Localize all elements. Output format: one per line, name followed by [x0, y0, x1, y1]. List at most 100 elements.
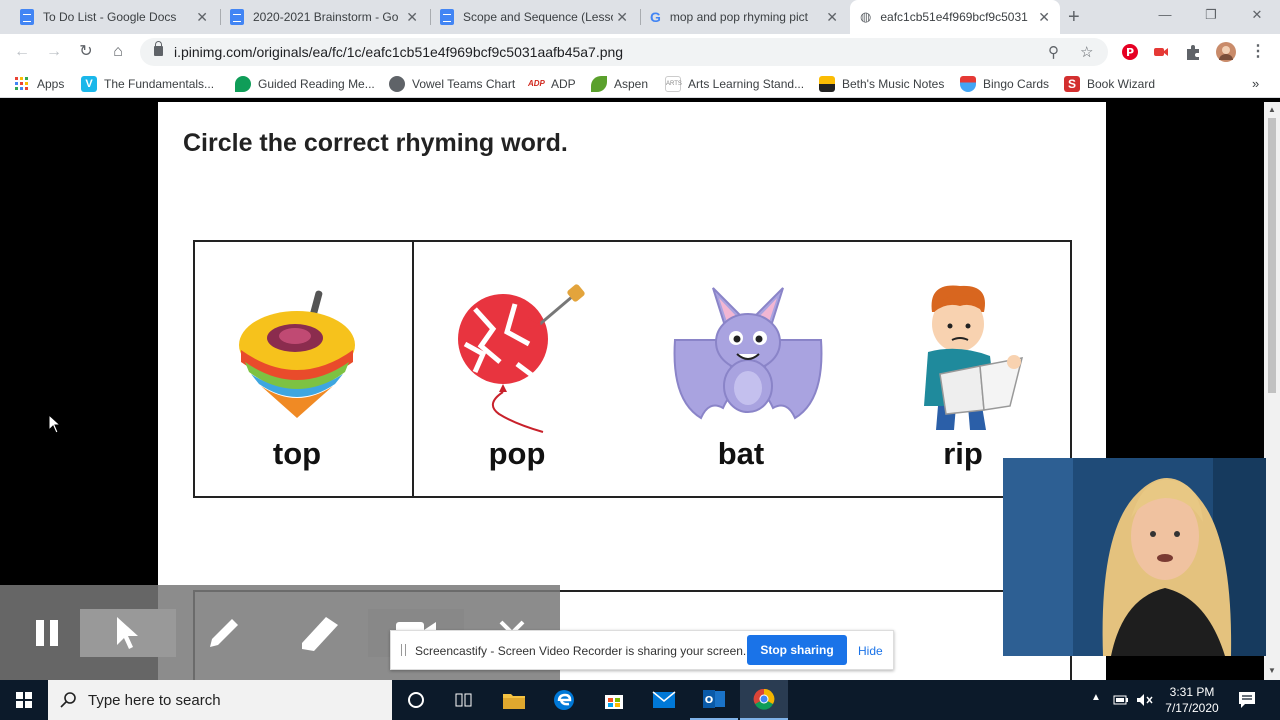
rhyme-row: top pop bat rip	[193, 240, 1072, 498]
tab-title: mop and pop rhyming pict	[669, 10, 808, 24]
tab-google-search[interactable]: G mop and pop rhyming pict ✕	[642, 0, 848, 34]
clock-date: 7/17/2020	[1165, 701, 1219, 715]
word-bat: bat	[717, 436, 765, 471]
address-bar[interactable]: i.pinimg.com/originals/ea/fc/1c/eafc1cb5…	[140, 38, 1108, 66]
bookmark-label: Arts Learning Stand...	[688, 77, 805, 91]
store-icon[interactable]	[590, 680, 638, 720]
bookmark-apps[interactable]: Apps	[14, 76, 64, 92]
tab-todo-list[interactable]: To Do List - Google Docs ✕	[12, 0, 218, 34]
tray-chevron-icon[interactable]: ▲	[1091, 692, 1101, 703]
pointer-tool-button[interactable]	[80, 609, 176, 657]
bookmark-label: Apps	[37, 77, 65, 91]
restore-icon[interactable]: ❐	[1188, 0, 1234, 30]
stop-sharing-button[interactable]: Stop sharing	[747, 635, 847, 665]
taskbar-search-input[interactable]: Type here to search	[48, 680, 392, 720]
browser-toolbar: ← → ↻ ⌂ i.pinimg.com/originals/ea/fc/1c/…	[0, 34, 1280, 70]
bookmark-label: Guided Reading Me...	[258, 77, 375, 91]
scholastic-icon: S	[1064, 76, 1080, 92]
eraser-icon	[302, 617, 338, 651]
screencastify-icon[interactable]	[1152, 43, 1170, 61]
page-scrollbar[interactable]: ▲ ▼	[1264, 102, 1280, 680]
chrome-icon[interactable]	[740, 680, 788, 720]
close-icon[interactable]: ✕	[826, 9, 838, 26]
bookmark-adp[interactable]: ADP ADP	[528, 76, 576, 92]
bookmark-label: ADP	[551, 77, 576, 91]
notification-center-icon[interactable]	[1238, 691, 1256, 709]
new-tab-icon[interactable]: +	[1068, 6, 1080, 29]
scroll-down-icon[interactable]: ▼	[1268, 666, 1276, 675]
windows-taskbar: Type here to search O ▲ 3:31 PM 7/17/202…	[0, 680, 1280, 720]
menu-kebab-icon[interactable]: ⋮	[1246, 41, 1270, 63]
bookmark-label: The Fundamentals...	[104, 77, 215, 91]
url-text: i.pinimg.com/originals/ea/fc/1c/eafc1cb5…	[174, 44, 624, 60]
boy-ripping-paper-picture	[924, 285, 1024, 430]
screen-sharing-notice: Screencastify - Screen Video Recorder is…	[390, 630, 894, 670]
close-icon[interactable]: ✕	[406, 9, 418, 26]
bookmark-book-wizard[interactable]: S Book Wizard	[1064, 76, 1155, 92]
back-icon[interactable]: ←	[10, 41, 34, 63]
pen-icon	[210, 619, 238, 647]
tab-scope-sequence[interactable]: Scope and Sequence (Lesso ✕	[432, 0, 638, 34]
word-pop: pop	[488, 436, 546, 471]
sharing-message: Screencastify - Screen Video Recorder is…	[415, 644, 747, 658]
bookmark-bingo-cards[interactable]: Bingo Cards	[960, 76, 1049, 92]
bookmark-label: Beth's Music Notes	[842, 77, 945, 91]
scrollbar-thumb[interactable]	[1268, 118, 1276, 393]
bookmark-arts-learning[interactable]: ARTS Arts Learning Stand...	[665, 76, 804, 92]
close-icon[interactable]: ✕	[1038, 9, 1050, 26]
worksheet-instruction: Circle the correct rhyming word.	[183, 129, 568, 157]
hide-button[interactable]: Hide	[858, 644, 883, 658]
cortana-icon[interactable]	[392, 680, 440, 720]
webcam-overlay[interactable]	[1003, 458, 1266, 656]
music-icon	[819, 76, 835, 92]
spinning-top-picture	[239, 290, 355, 418]
battery-icon[interactable]	[1113, 693, 1129, 707]
bookmark-aspen[interactable]: Aspen	[591, 76, 648, 92]
bookmark-vowel-teams[interactable]: Vowel Teams Chart	[389, 76, 515, 92]
system-clock[interactable]: 3:31 PM 7/17/2020	[1160, 684, 1224, 716]
search-icon	[60, 692, 76, 708]
tab-brainstorm[interactable]: 2020-2021 Brainstorm - Go ✕	[222, 0, 428, 34]
edge-icon[interactable]	[540, 680, 588, 720]
close-icon[interactable]: ✕	[616, 9, 628, 26]
avatar[interactable]	[1216, 42, 1236, 62]
bookmark-fundamentals[interactable]: V The Fundamentals...	[81, 76, 214, 92]
forward-icon[interactable]: →	[42, 41, 66, 63]
extensions-icon[interactable]	[1184, 43, 1202, 61]
tab-active-image[interactable]: ◍ eafc1cb51e4f969bcf9c5031 ✕	[850, 0, 1060, 34]
globe-icon	[389, 76, 405, 92]
eraser-tool-button[interactable]	[272, 609, 368, 657]
bookmark-music-notes[interactable]: Beth's Music Notes	[819, 76, 944, 92]
docs-icon	[20, 9, 34, 25]
search-placeholder: Type here to search	[88, 692, 221, 709]
zoom-icon[interactable]: ⚲	[1048, 43, 1059, 61]
volume-muted-icon[interactable]	[1136, 693, 1154, 707]
windows-start-icon[interactable]	[16, 692, 32, 708]
pen-tool-button[interactable]	[176, 609, 272, 657]
reload-icon[interactable]: ↻	[74, 41, 98, 63]
clock-time: 3:31 PM	[1169, 685, 1215, 699]
scroll-up-icon[interactable]: ▲	[1268, 105, 1276, 114]
pinterest-icon[interactable]: P	[1121, 43, 1139, 61]
docs-icon	[440, 9, 454, 25]
row-divider	[412, 242, 414, 496]
bookmark-star-icon[interactable]: ☆	[1080, 43, 1093, 61]
bookmarks-bar: Apps V The Fundamentals... Guided Readin…	[0, 70, 1280, 98]
docs-icon	[230, 9, 244, 25]
bookmarks-overflow-icon[interactable]: »	[1252, 76, 1259, 91]
file-explorer-icon[interactable]	[490, 680, 538, 720]
bookmark-guided-reading[interactable]: Guided Reading Me...	[235, 76, 375, 92]
lock-icon	[154, 41, 163, 56]
mail-icon[interactable]	[640, 680, 688, 720]
outlook-icon[interactable]: O	[690, 680, 738, 720]
globe-icon: ◍	[860, 9, 872, 24]
bookmark-label: Vowel Teams Chart	[412, 77, 516, 91]
apps-grid-icon	[15, 77, 28, 90]
task-view-icon[interactable]	[440, 680, 488, 720]
minimize-icon[interactable]: —	[1142, 0, 1188, 30]
window-close-icon[interactable]: ✕	[1234, 0, 1280, 30]
home-icon[interactable]: ⌂	[106, 41, 130, 63]
drag-handle-icon[interactable]	[401, 644, 406, 656]
close-icon[interactable]: ✕	[196, 9, 208, 26]
pause-icon	[36, 620, 58, 646]
